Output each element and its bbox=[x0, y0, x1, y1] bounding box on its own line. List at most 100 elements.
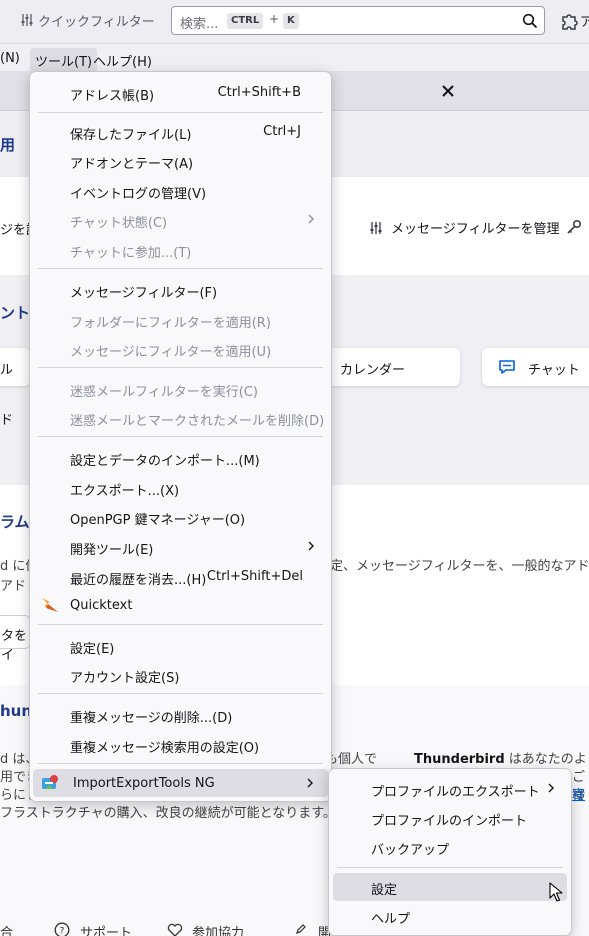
menu-item-join-chat: チャットに参加...(T) bbox=[30, 235, 331, 263]
chevron-right-icon bbox=[308, 214, 314, 224]
menu-separator bbox=[38, 763, 323, 764]
menu-item-label: 設定とデータのインポート...(M) bbox=[70, 454, 260, 469]
importexporttools-icon bbox=[42, 775, 58, 789]
menu-item-label: イベントログの管理(V) bbox=[70, 187, 207, 202]
menu-item-message-filters[interactable]: メッセージフィルター(F) bbox=[30, 275, 331, 303]
calendar-card[interactable]: カレンダー bbox=[320, 348, 460, 386]
menu-item-label: Quicktext bbox=[70, 598, 133, 613]
search-placeholder: 検索... bbox=[180, 17, 219, 32]
submenu-item-settings[interactable]: 設定 bbox=[333, 873, 567, 901]
menu-separator bbox=[38, 112, 323, 113]
menu-item-label: エクスポート...(X) bbox=[70, 484, 180, 499]
menu-item-developer-tools[interactable]: 開発ツール(E) bbox=[30, 532, 331, 560]
key-icon[interactable] bbox=[566, 219, 582, 235]
menu-item-run-filters-folder: フォルダーにフィルターを適用(R) bbox=[30, 305, 331, 333]
menu-item-export[interactable]: エクスポート...(X) bbox=[30, 473, 331, 501]
menu-item-label: 重複メッセージの削除...(D) bbox=[70, 711, 233, 726]
mouse-cursor-icon bbox=[549, 882, 563, 902]
menu-separator bbox=[38, 624, 323, 625]
menu-item-import[interactable]: 設定とデータのインポート...(M) bbox=[30, 443, 331, 471]
contribute-link[interactable]: 参加協力 bbox=[192, 922, 244, 936]
menubar-item-help[interactable]: ヘルプ(H) bbox=[93, 51, 152, 70]
menubar-item-n[interactable]: (N) bbox=[0, 51, 20, 66]
menu-item-importexporttools[interactable]: ImportExportTools NG bbox=[33, 769, 328, 797]
menu-item-activity-manager[interactable]: イベントログの管理(V) bbox=[30, 176, 331, 204]
main-toolbar: クイックフィルター 検索... CTRL + K ア bbox=[0, 0, 589, 44]
menu-bar: (N) ツール(T) ヘルプ(H) bbox=[0, 45, 589, 73]
menu-item-shortcut: Ctrl+Shift+Del bbox=[206, 569, 303, 584]
menu-separator bbox=[38, 693, 323, 694]
menu-item-account-settings[interactable]: アカウント設定(S) bbox=[30, 660, 331, 688]
puzzle-icon[interactable] bbox=[560, 11, 580, 31]
menu-item-saved-files[interactable]: 保存したファイル(L) Ctrl+J bbox=[30, 117, 331, 145]
brand-name: Thunderbird bbox=[414, 752, 505, 767]
menu-item-chat-status: チャット状態(C) bbox=[30, 205, 331, 233]
card-label: カレンダー bbox=[340, 363, 406, 378]
submenu-item-import-profile[interactable]: プロファイルのインポート bbox=[329, 804, 571, 832]
menu-item-label: 迷惑メールフィルターを実行(C) bbox=[70, 385, 258, 400]
submenu-item-export-profile[interactable]: プロファイルのエクスポート bbox=[329, 775, 571, 803]
about-text: フラストラクチャの購入、改良の継続が可能となります。 bbox=[0, 806, 336, 821]
svg-text:?: ? bbox=[60, 927, 65, 936]
chevron-right-icon bbox=[308, 541, 314, 551]
submenu-item-label: プロファイルのエクスポート bbox=[371, 785, 540, 800]
menu-separator bbox=[38, 436, 323, 437]
menu-item-settings[interactable]: 設定(E) bbox=[30, 631, 331, 659]
quicktext-icon bbox=[42, 598, 58, 612]
shortcut-key-ctrl: CTRL bbox=[227, 13, 264, 29]
chevron-right-icon bbox=[548, 783, 554, 793]
menu-item-label: メッセージフィルター(F) bbox=[70, 286, 218, 301]
menu-item-label: 重複メッセージ検索用の設定(O) bbox=[70, 741, 260, 756]
tools-menu-popup: アドレス帳(B) Ctrl+Shift+B 保存したファイル(L) Ctrl+J… bbox=[29, 71, 332, 802]
submenu-item-backup[interactable]: バックアップ bbox=[329, 833, 571, 861]
email-account-card[interactable]: ル bbox=[0, 348, 30, 386]
search-input[interactable]: 検索... CTRL + K bbox=[171, 6, 545, 35]
menu-separator bbox=[38, 268, 323, 269]
quick-filter-button[interactable]: クイックフィルター bbox=[38, 11, 155, 30]
shortcut-key-k: K bbox=[283, 13, 299, 29]
close-icon[interactable] bbox=[440, 83, 456, 99]
menu-item-addons-themes[interactable]: アドオンとテーマ(A) bbox=[30, 146, 331, 174]
manage-filters-link[interactable]: メッセージフィルターを管理 bbox=[391, 218, 559, 237]
menu-item-label: アカウント設定(S) bbox=[70, 671, 180, 686]
menu-item-label: 最近の履歴を消去...(H) bbox=[70, 573, 207, 588]
menu-item-label: メッセージにフィルターを適用(U) bbox=[70, 345, 272, 360]
menu-item-label: 保存したファイル(L) bbox=[70, 128, 192, 143]
menu-item-label: 迷惑メールとマークされたメールを削除(D) bbox=[70, 414, 325, 429]
quick-filter-icon[interactable] bbox=[20, 13, 34, 27]
chat-card[interactable]: チャット bbox=[482, 348, 589, 386]
menu-item-shortcut: Ctrl+J bbox=[263, 124, 301, 139]
menu-item-label: OpenPGP 鍵マネージャー(O) bbox=[70, 513, 246, 528]
menu-item-label: チャット状態(C) bbox=[70, 216, 168, 231]
support-link[interactable]: サポート bbox=[80, 922, 132, 936]
import-button[interactable]: タをイ bbox=[0, 615, 30, 663]
feed-card-label[interactable]: ド bbox=[0, 409, 13, 428]
menu-item-address-book[interactable]: アドレス帳(B) Ctrl+Shift+B bbox=[30, 78, 331, 106]
menu-item-openpgp-key-manager[interactable]: OpenPGP 鍵マネージャー(O) bbox=[30, 502, 331, 530]
card-label: ル bbox=[0, 363, 14, 378]
submenu-item-label: プロファイルのインポート bbox=[371, 814, 528, 829]
menu-item-quicktext[interactable]: Quicktext bbox=[30, 591, 331, 619]
menu-item-remove-duplicates[interactable]: 重複メッセージの削除...(D) bbox=[30, 700, 331, 728]
menu-item-label: アドオンとテーマ(A) bbox=[70, 157, 194, 172]
addons-button-label[interactable]: ア bbox=[580, 11, 589, 30]
menu-separator bbox=[337, 867, 563, 868]
menu-item-label: 開発ツール(E) bbox=[70, 543, 154, 558]
help-circle-icon: ? bbox=[54, 922, 70, 936]
menu-item-run-junk-filter: 迷惑メールフィルターを実行(C) bbox=[30, 374, 331, 402]
menu-item-run-filters-message: メッセージにフィルターを適用(U) bbox=[30, 334, 331, 362]
footer-link[interactable]: 合 bbox=[0, 922, 13, 936]
donate-link[interactable]: 寄 bbox=[572, 784, 585, 803]
menu-item-duplicate-settings[interactable]: 重複メッセージ検索用の設定(O) bbox=[30, 730, 331, 758]
menu-item-clear-history[interactable]: 最近の履歴を消去...(H) Ctrl+Shift+Del bbox=[30, 562, 331, 590]
chevron-right-icon bbox=[307, 778, 313, 788]
submenu-item-help[interactable]: ヘルプ bbox=[329, 902, 571, 930]
menu-item-label: ImportExportTools NG bbox=[73, 776, 215, 791]
search-icon[interactable] bbox=[522, 13, 538, 29]
menu-item-label: 設定(E) bbox=[70, 642, 115, 657]
submenu-item-label: ヘルプ bbox=[371, 912, 411, 927]
submenu-item-label: 設定 bbox=[371, 883, 398, 898]
menubar-item-tools[interactable]: ツール(T) bbox=[30, 48, 98, 73]
card-label: チャット bbox=[528, 363, 580, 378]
heart-icon bbox=[167, 923, 183, 936]
